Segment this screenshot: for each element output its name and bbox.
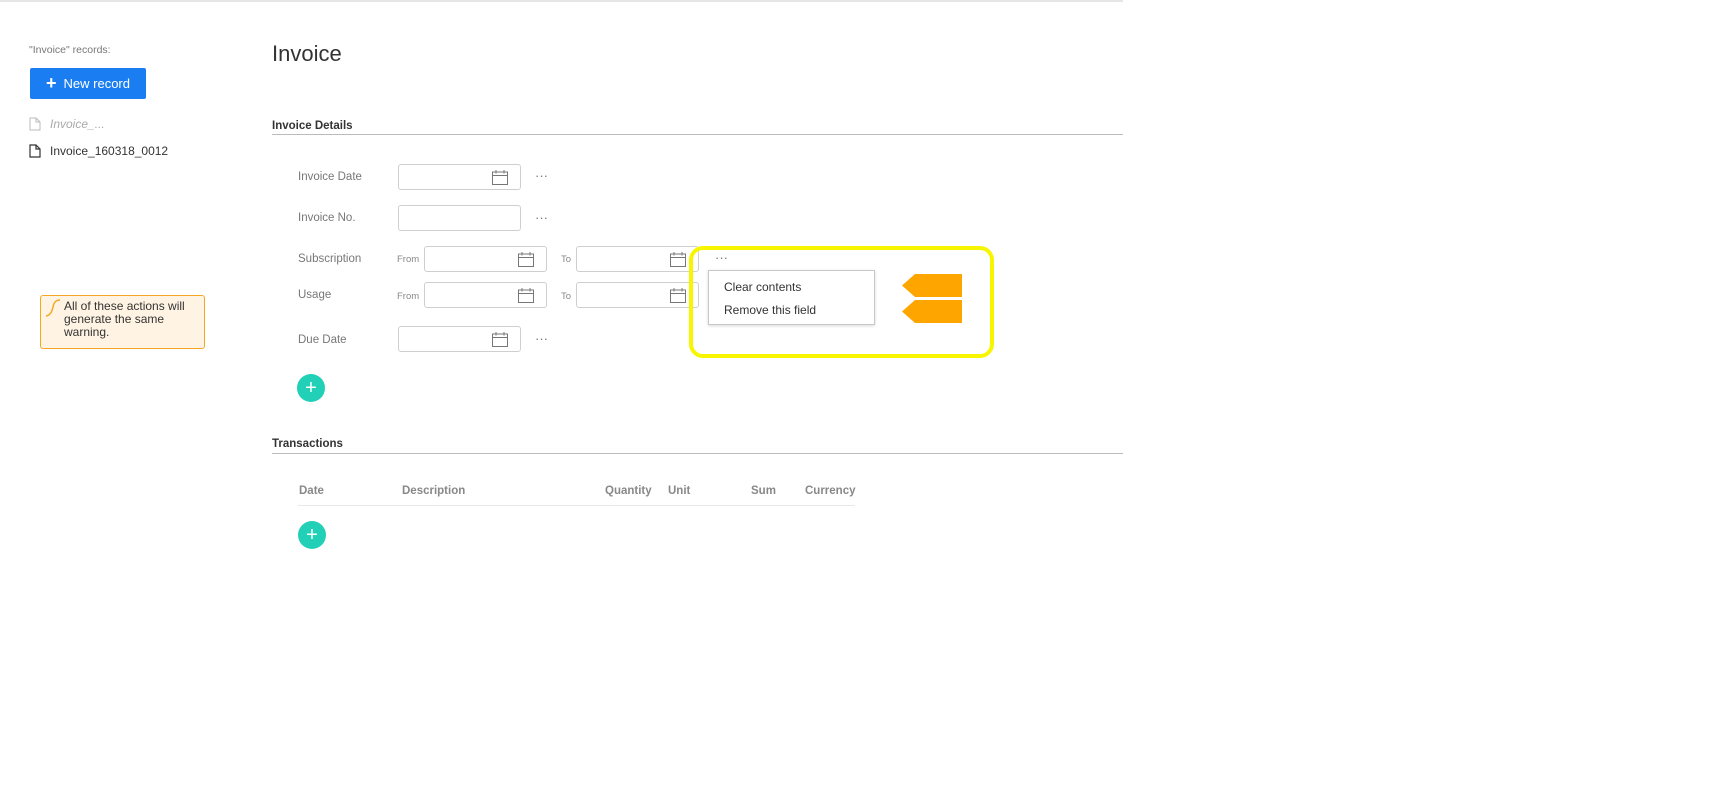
usage-from-input[interactable] xyxy=(424,282,547,308)
field-context-menu: Clear contents Remove this field xyxy=(708,270,875,325)
page-title: Invoice xyxy=(272,41,342,66)
warning-note-text: All of these actions will generate the s… xyxy=(64,299,185,339)
records-caption: "Invoice" records: xyxy=(29,44,111,56)
column-header-unit: Unit xyxy=(668,485,691,497)
field-label-invoice-no: Invoice No. xyxy=(298,212,356,224)
due-date-input[interactable] xyxy=(398,326,521,352)
warning-note: All of these actions will generate the s… xyxy=(40,295,205,349)
column-header-quantity: Quantity xyxy=(605,485,652,497)
subscription-to-input[interactable] xyxy=(576,246,699,272)
document-icon xyxy=(29,144,41,158)
calendar-icon[interactable] xyxy=(492,170,508,185)
field-label-subscription: Subscription xyxy=(298,253,362,265)
calendar-icon[interactable] xyxy=(670,252,686,267)
add-transaction-button[interactable]: + xyxy=(298,521,326,549)
menu-item-clear-contents[interactable]: Clear contents xyxy=(724,280,801,294)
table-header-divider xyxy=(298,505,855,506)
column-header-date: Date xyxy=(299,485,324,497)
record-label: Invoice_160318_0012 xyxy=(50,144,169,158)
range-from-label: From xyxy=(397,254,420,265)
arrow-icon xyxy=(902,274,962,297)
arrow-icon xyxy=(902,300,962,323)
more-options-icon[interactable]: ··· xyxy=(535,331,548,346)
field-label-due-date: Due Date xyxy=(298,334,347,346)
range-from-label: From xyxy=(397,291,420,302)
top-divider xyxy=(0,0,1123,2)
plus-icon: + xyxy=(46,72,57,93)
record-item[interactable]: Invoice_160318_0012 xyxy=(29,142,168,160)
calendar-icon[interactable] xyxy=(670,288,686,303)
range-to-label: To xyxy=(561,254,572,265)
field-label-usage: Usage xyxy=(298,289,332,301)
add-field-button[interactable]: + xyxy=(297,374,325,402)
menu-item-remove-field[interactable]: Remove this field xyxy=(724,303,816,317)
section-divider xyxy=(272,453,1123,454)
section-title-details: Invoice Details xyxy=(272,120,353,132)
column-header-description: Description xyxy=(402,485,466,497)
invoice-no-input[interactable] xyxy=(398,205,521,231)
new-record-button[interactable]: + New record xyxy=(30,68,146,99)
invoice-date-input[interactable] xyxy=(398,164,521,190)
range-to-label: To xyxy=(561,291,572,302)
more-options-icon[interactable]: ··· xyxy=(535,210,548,225)
connector-curve-icon xyxy=(45,299,61,317)
record-item-draft[interactable]: Invoice_... xyxy=(29,115,105,133)
column-header-sum: Sum xyxy=(751,485,776,497)
plus-icon: + xyxy=(306,524,318,546)
document-icon xyxy=(29,117,41,131)
record-label: Invoice_... xyxy=(50,117,105,131)
more-options-icon[interactable]: ··· xyxy=(535,168,548,183)
usage-to-input[interactable] xyxy=(576,282,699,308)
section-divider xyxy=(272,134,1123,135)
column-header-currency: Currency xyxy=(805,485,856,497)
new-record-label: New record xyxy=(63,76,130,91)
calendar-icon[interactable] xyxy=(492,332,508,347)
section-title-transactions: Transactions xyxy=(272,438,343,450)
calendar-icon[interactable] xyxy=(518,252,534,267)
field-label-invoice-date: Invoice Date xyxy=(298,171,362,183)
subscription-from-input[interactable] xyxy=(424,246,547,272)
calendar-icon[interactable] xyxy=(518,288,534,303)
plus-icon: + xyxy=(305,377,317,399)
